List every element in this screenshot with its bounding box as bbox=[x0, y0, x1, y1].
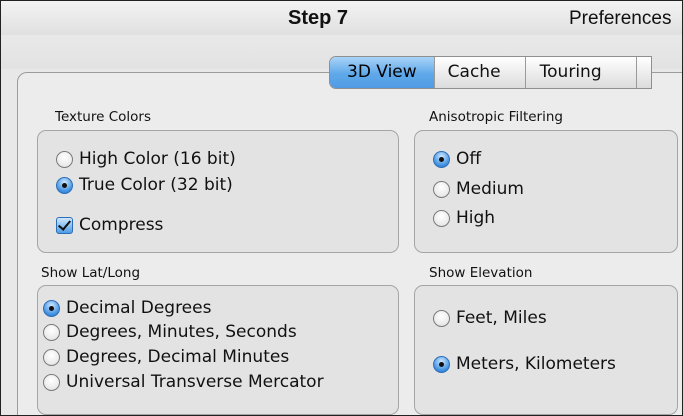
radio-label: High Color (16 bit) bbox=[79, 149, 236, 169]
radio-label: Universal Transverse Mercator bbox=[66, 372, 324, 392]
radio-off-icon bbox=[433, 180, 450, 198]
radio-meters-kilometers[interactable]: Meters, Kilometers bbox=[433, 354, 616, 374]
checkbox-checked-icon bbox=[56, 216, 73, 234]
radio-high-color[interactable]: High Color (16 bit) bbox=[56, 149, 236, 169]
radio-selected-icon bbox=[433, 150, 450, 168]
radio-aniso-high[interactable]: High bbox=[433, 208, 495, 228]
compress-checkbox[interactable]: Compress bbox=[56, 215, 163, 235]
texture-colors-label: Texture Colors bbox=[55, 109, 151, 125]
radio-off-icon bbox=[56, 150, 73, 168]
radio-label: Decimal Degrees bbox=[66, 298, 212, 318]
tab-3d-view[interactable]: 3D View bbox=[330, 57, 435, 88]
radio-aniso-medium[interactable]: Medium bbox=[433, 179, 524, 199]
radio-label: Medium bbox=[456, 179, 524, 199]
radio-label: Degrees, Minutes, Seconds bbox=[66, 322, 297, 342]
radio-off-icon bbox=[433, 309, 450, 327]
show-elevation-group bbox=[414, 285, 678, 415]
anisotropic-filtering-label: Anisotropic Filtering bbox=[429, 109, 563, 125]
checkbox-label: Compress bbox=[79, 215, 164, 235]
title-bar: Step 7 Preferences bbox=[1, 1, 682, 36]
radio-degrees-minutes-seconds[interactable]: Degrees, Minutes, Seconds bbox=[43, 322, 297, 342]
window-title: Preferences bbox=[569, 8, 672, 29]
radio-off-icon bbox=[43, 373, 60, 391]
radio-feet-miles[interactable]: Feet, Miles bbox=[433, 308, 547, 328]
radio-label: High bbox=[456, 208, 496, 228]
radio-selected-icon bbox=[433, 355, 450, 373]
radio-off-icon bbox=[43, 348, 60, 366]
radio-label: Degrees, Decimal Minutes bbox=[66, 347, 290, 367]
radio-label: True Color (32 bit) bbox=[79, 175, 233, 195]
show-elevation-label: Show Elevation bbox=[429, 265, 533, 281]
radio-degrees-decimal-minutes[interactable]: Degrees, Decimal Minutes bbox=[43, 347, 289, 367]
radio-decimal-degrees[interactable]: Decimal Degrees bbox=[43, 298, 211, 318]
radio-utm[interactable]: Universal Transverse Mercator bbox=[43, 372, 324, 392]
radio-true-color[interactable]: True Color (32 bit) bbox=[56, 175, 233, 195]
radio-off-icon bbox=[43, 323, 60, 341]
preferences-window: Step 7 Preferences 3D View Cache Touring… bbox=[0, 0, 683, 416]
show-lat-long-label: Show Lat/Long bbox=[41, 265, 141, 281]
radio-label: Off bbox=[456, 149, 482, 169]
tab-bar: 3D View Cache Touring bbox=[329, 56, 652, 89]
tab-cache[interactable]: Cache bbox=[435, 57, 526, 88]
radio-label: Feet, Miles bbox=[456, 308, 547, 328]
radio-selected-icon bbox=[43, 299, 60, 317]
tab-touring[interactable]: Touring bbox=[526, 57, 637, 88]
radio-aniso-off[interactable]: Off bbox=[433, 149, 481, 169]
radio-selected-icon bbox=[56, 176, 73, 194]
radio-label: Meters, Kilometers bbox=[456, 354, 616, 374]
step-label: Step 7 bbox=[288, 7, 349, 29]
radio-off-icon bbox=[433, 209, 450, 227]
tab-overflow[interactable] bbox=[637, 57, 651, 88]
